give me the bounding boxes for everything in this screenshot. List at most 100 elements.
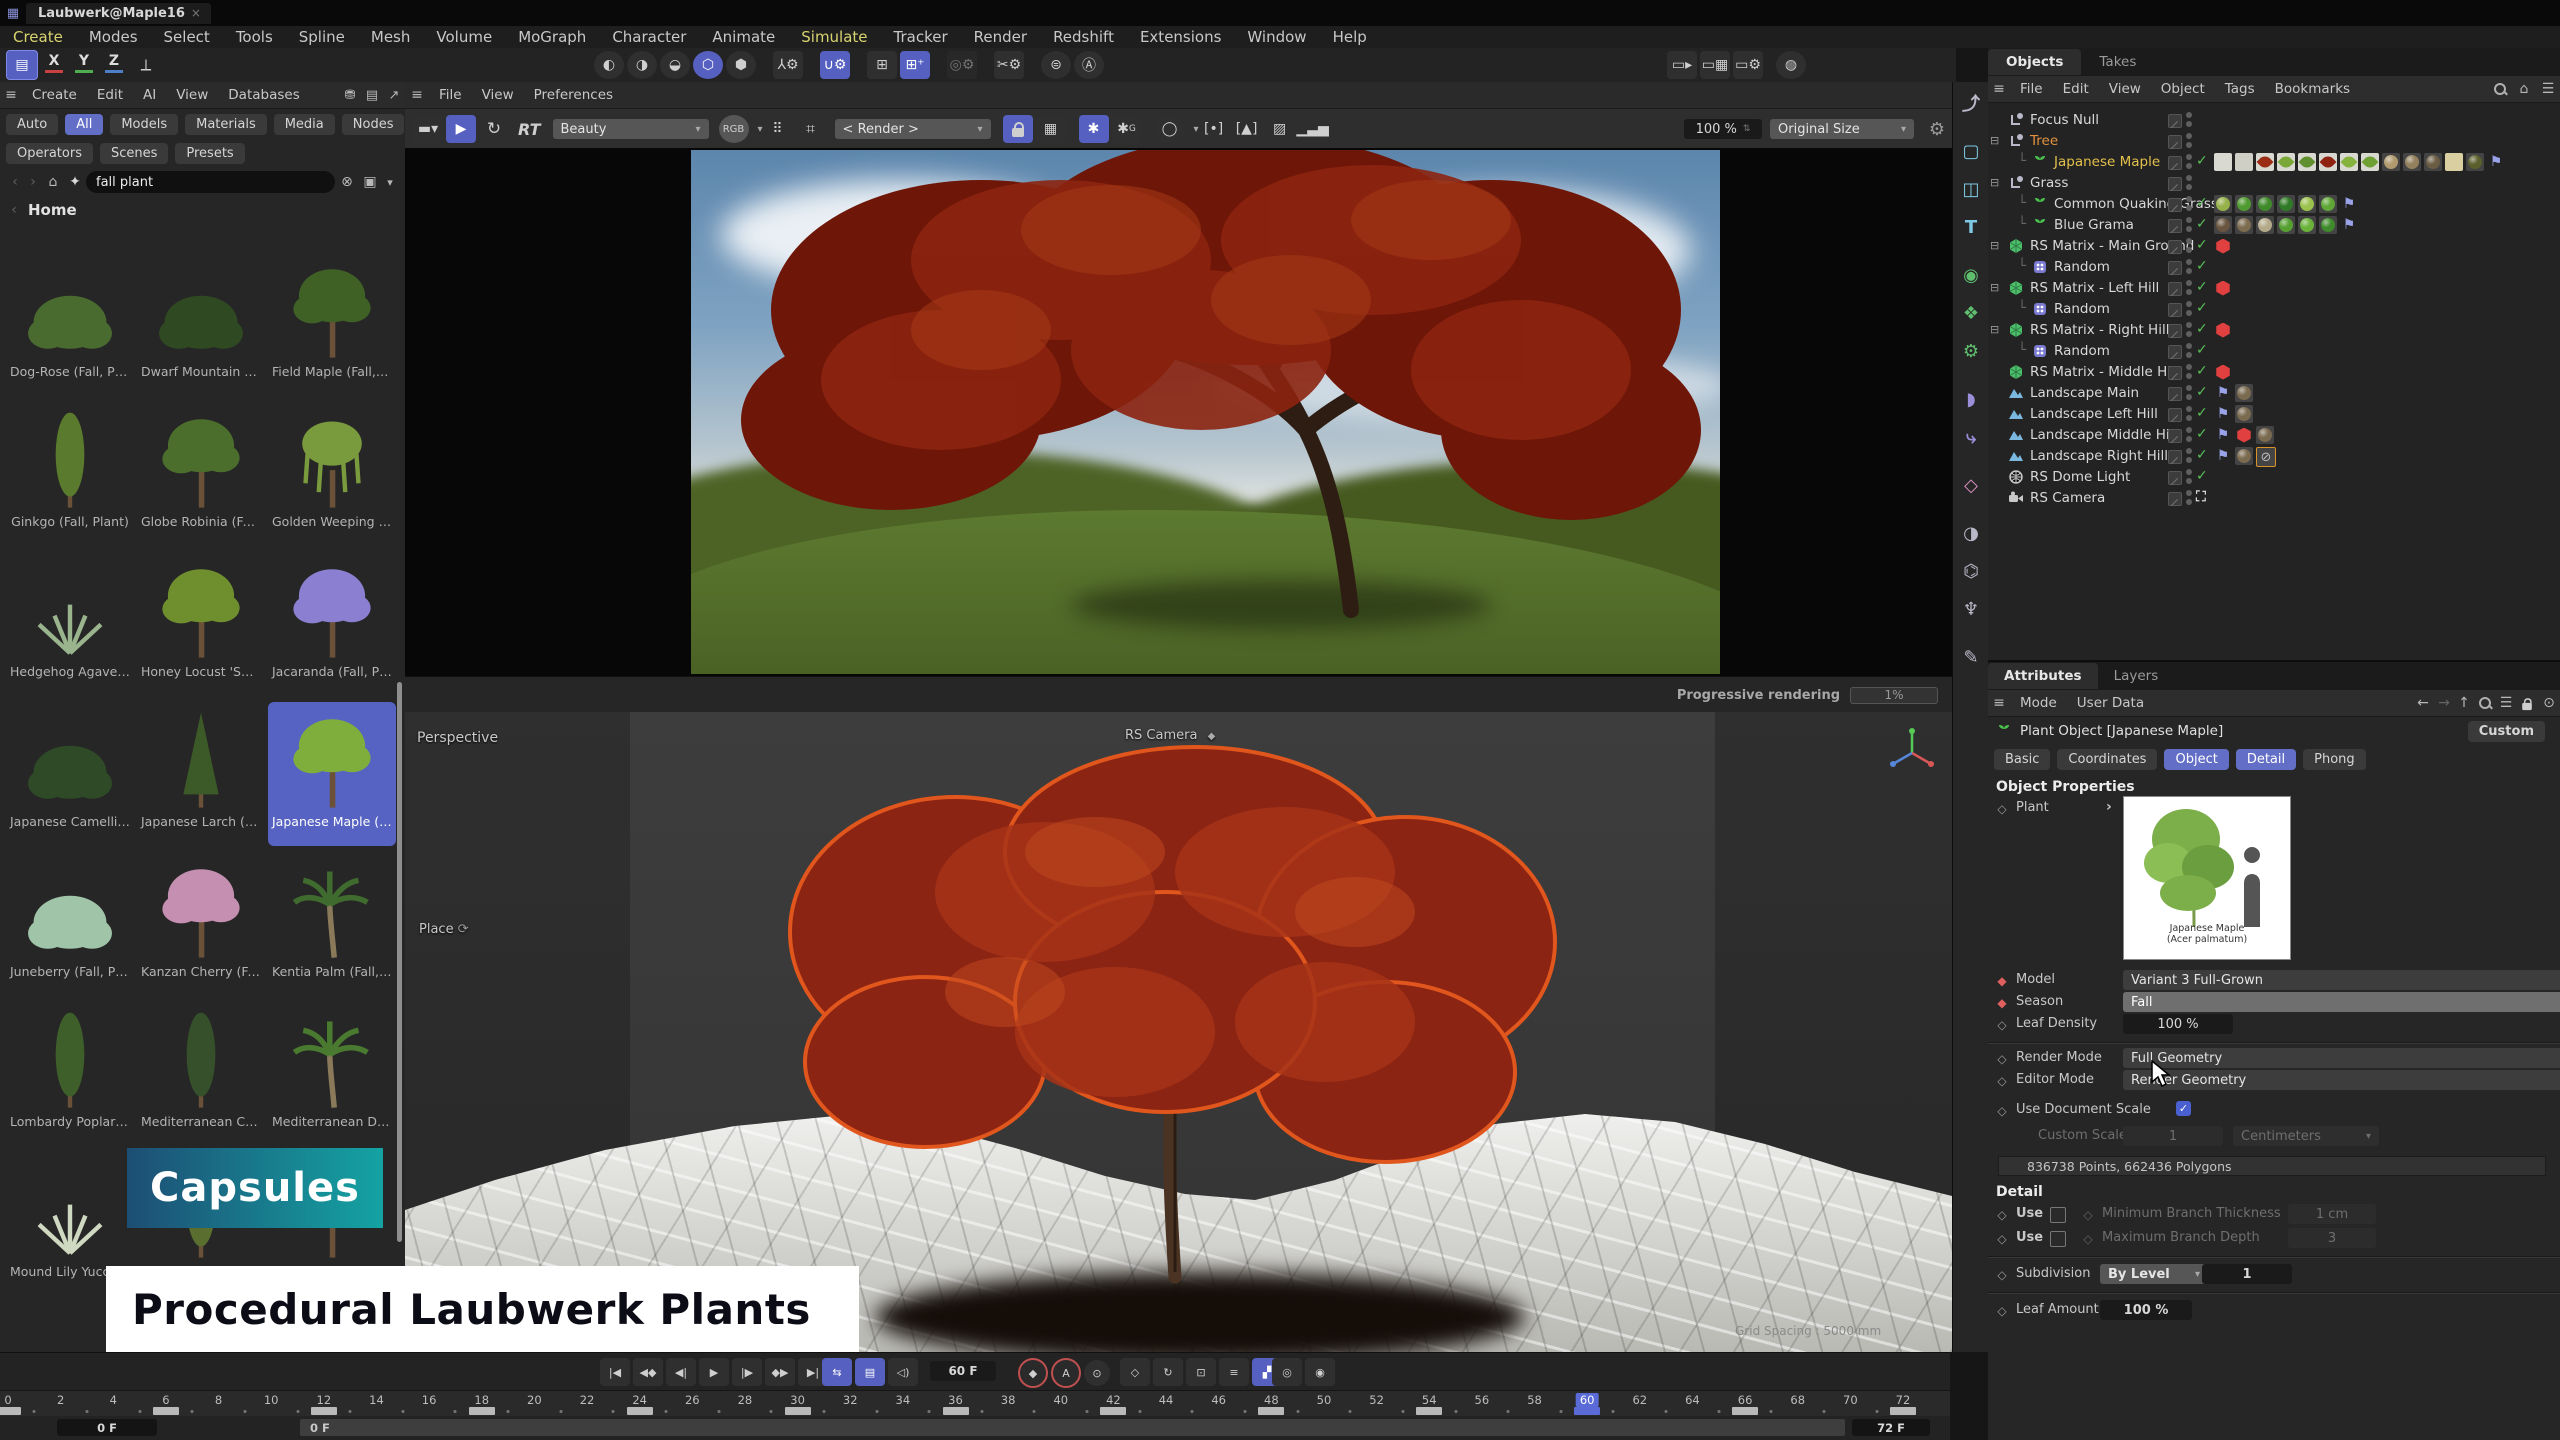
sweep-object-icon[interactable]: ◗ (1954, 382, 1988, 416)
visibility-dots[interactable] (2186, 112, 2192, 130)
cube-object-icon[interactable]: ◫ (1954, 172, 1988, 206)
favorites-icon[interactable]: ✦ (64, 174, 86, 190)
object-row-rs-matrix-left-hill[interactable]: ⊟RS Matrix - Left Hill✓ (1988, 278, 2560, 299)
visibility-dots[interactable] (2186, 385, 2192, 403)
object-name[interactable]: Focus Null (2030, 112, 2099, 128)
prev-key[interactable]: ◀◆ (633, 1358, 663, 1386)
symmetry-gear-icon[interactable]: ✂⚙ (994, 51, 1024, 79)
keyframe-marker[interactable] (1890, 1407, 1916, 1415)
menu-item-window[interactable]: Window (1234, 28, 1319, 46)
range-slider[interactable]: 0 F (300, 1419, 1845, 1436)
editor-mode-dropdown[interactable]: Render Geometry (2123, 1070, 2560, 1090)
om-home-icon[interactable]: ⌂ (2512, 81, 2536, 97)
min-branch-field[interactable]: 1 cm (2288, 1204, 2376, 1224)
material-tag-icon[interactable] (2424, 153, 2442, 171)
menu-item-mode[interactable]: Mode (2010, 695, 2067, 711)
layer-chip-icon[interactable] (2168, 303, 2182, 317)
breadcrumb-back-icon[interactable]: ‹ (6, 202, 22, 218)
am-menu-icon[interactable]: ≡ (1988, 695, 2010, 711)
sound-toggle[interactable]: ◁) (888, 1358, 918, 1386)
lock-icon[interactable] (1003, 115, 1033, 143)
menu-item-character[interactable]: Character (599, 28, 699, 46)
object-row-rs-matrix-right-hill[interactable]: ⊟RS Matrix - Right Hill✓ (1988, 320, 2560, 341)
shading-lines-icon[interactable]: ⬢ (726, 51, 756, 79)
filter-scenes[interactable]: Scenes (100, 143, 168, 164)
axis-gizmo[interactable] (1885, 726, 1939, 780)
visibility-dots[interactable] (2186, 364, 2192, 382)
shading-hidden-line-icon[interactable]: ⬡ (693, 51, 723, 79)
visibility-dots[interactable] (2186, 343, 2192, 361)
menu-item-simulate[interactable]: Simulate (788, 28, 880, 46)
object-name[interactable]: RS Matrix - Left Hill (2030, 280, 2159, 296)
menu-item-create[interactable]: Create (0, 28, 76, 46)
filter-nodes[interactable]: Nodes (342, 114, 405, 135)
maple-tree-viewport[interactable] (765, 732, 1585, 1292)
visibility-dots[interactable] (2186, 238, 2192, 256)
leaf-texture-tag-icon[interactable] (2298, 153, 2316, 171)
play[interactable]: ▶ (699, 1358, 729, 1386)
subdivision-mode-dropdown[interactable]: By Level▾ (2100, 1264, 2208, 1284)
plant-expander-icon[interactable]: › (2106, 799, 2112, 815)
am-search-icon[interactable] (2474, 697, 2496, 709)
coordinate-system-icon[interactable]: ⟂ (131, 51, 161, 79)
zoom-value-field[interactable]: 100 %⇅ (1684, 119, 1762, 139)
compare-circle-icon[interactable]: ◯ (1155, 115, 1185, 143)
object-row-japanese-maple[interactable]: └Japanese Maple✓⚑ (1988, 152, 2560, 173)
menu-item-tools[interactable]: Tools (223, 28, 286, 46)
enabled-check-icon[interactable]: ✓ (2196, 468, 2208, 484)
text-object-icon[interactable]: T (1954, 210, 1988, 244)
hierarchy-gear-icon[interactable]: ⅄⚙ (773, 51, 803, 79)
enabled-check-icon[interactable]: ✓ (2196, 300, 2208, 316)
visibility-dots[interactable] (2186, 301, 2192, 319)
am-lock-icon[interactable] (2516, 696, 2538, 711)
target-gear-icon[interactable]: ◎⚙ (947, 51, 977, 79)
layer-chip-icon[interactable] (2168, 408, 2182, 422)
object-name[interactable]: Landscape Left Hill (2030, 406, 2158, 422)
object-row-random[interactable]: └Random✓ (1988, 341, 2560, 362)
live-selection-tool[interactable]: ▤ (6, 50, 38, 80)
focus-brackets-icon[interactable]: [•] (1199, 115, 1229, 143)
keyframe-marker[interactable] (785, 1407, 811, 1415)
record-keyframe[interactable]: ◆ (1018, 1358, 1048, 1388)
layer-chip-icon[interactable] (2168, 429, 2182, 443)
menu-item-animate[interactable]: Animate (699, 28, 788, 46)
object-row-rs-matrix-main-ground[interactable]: ⊟RS Matrix - Main Ground✓ (1988, 236, 2560, 257)
object-row-rs-matrix-middle-hill[interactable]: RS Matrix - Middle Hill✓ (1988, 362, 2560, 383)
object-name[interactable]: RS Matrix - Right Hill (2030, 322, 2169, 338)
region-brackets-icon[interactable]: [▲] (1232, 115, 1262, 143)
om-search-icon[interactable] (2488, 83, 2512, 95)
object-row-landscape-middle-hill[interactable]: Landscape Middle Hill✓⚑ (1988, 425, 2560, 446)
environment-object-icon[interactable]: ◑ (1954, 516, 1988, 550)
object-row-landscape-left-hill[interactable]: Landscape Left Hill✓⚑ (1988, 404, 2560, 425)
render-settings-icon[interactable]: ▭⚙ (1733, 51, 1763, 79)
filter-auto[interactable]: Auto (6, 114, 58, 135)
layer-chip-icon[interactable] (2168, 198, 2182, 212)
menu-item-help[interactable]: Help (1320, 28, 1380, 46)
asset-item[interactable]: Japanese Maple (Fall, ... (268, 702, 396, 846)
menu-item-bookmarks[interactable]: Bookmarks (2265, 81, 2360, 97)
dynamic-grid-icon[interactable]: ⊞⁺ (900, 51, 930, 79)
loop-toggle[interactable]: ⇆ (822, 1358, 852, 1386)
key-rotation[interactable]: ↻ (1153, 1358, 1183, 1386)
menu-item-select[interactable]: Select (151, 28, 223, 46)
visibility-dots[interactable] (2186, 217, 2192, 235)
asset-item[interactable]: Dog-Rose (Fall, Plant) (6, 252, 134, 396)
material-tag-icon[interactable] (2298, 216, 2316, 234)
menu-item-mograph[interactable]: MoGraph (505, 28, 599, 46)
expander-icon[interactable]: ⊟ (1990, 323, 1999, 336)
size-mode-dropdown[interactable]: Original Size▾ (1770, 119, 1914, 139)
object-name[interactable]: Grass (2030, 175, 2068, 191)
attr-tab-detail[interactable]: Detail (2236, 749, 2296, 770)
light-object-icon[interactable]: ♆ (1954, 592, 1988, 626)
auto-mode-icon[interactable]: Ⓐ (1074, 51, 1104, 79)
material-tag-icon[interactable] (2235, 447, 2253, 465)
asset-item[interactable]: Dwarf Mountain Pine (... (137, 252, 265, 396)
object-name[interactable]: Random (2054, 343, 2110, 359)
keyframe-marker[interactable] (469, 1407, 495, 1415)
material-tag-icon[interactable] (2277, 195, 2295, 213)
material-tag-icon[interactable] (2298, 195, 2316, 213)
redshift-tag-icon[interactable] (2214, 363, 2232, 381)
visibility-dots[interactable] (2186, 175, 2192, 193)
menu-item-spline[interactable]: Spline (286, 28, 358, 46)
current-frame-field[interactable]: 60 F (930, 1361, 996, 1381)
